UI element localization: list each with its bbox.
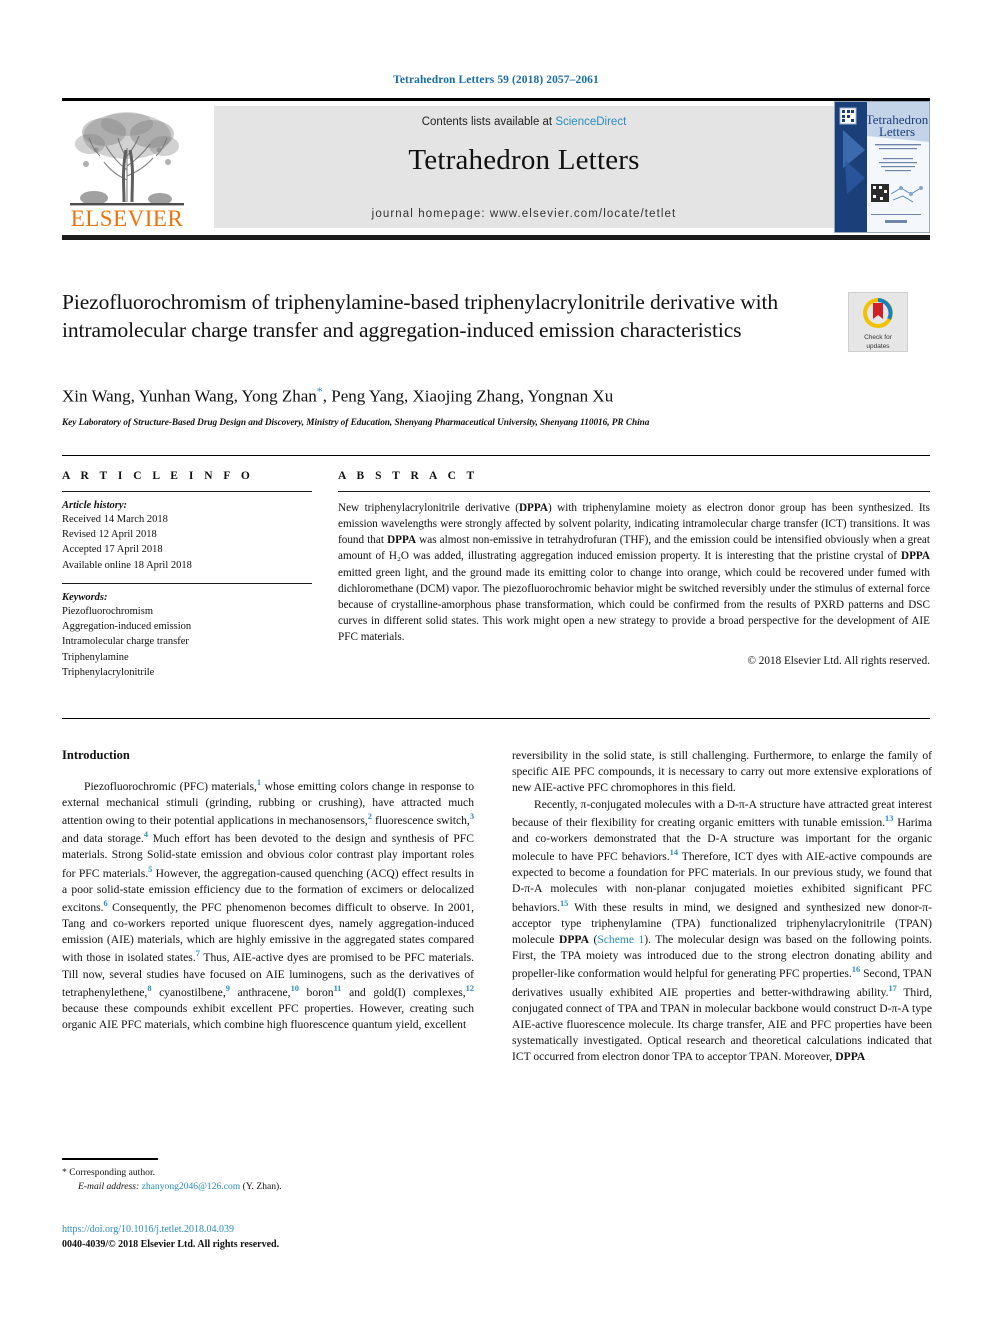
keywords-label: Keywords:: [62, 591, 108, 603]
paragraph-intro-1: Piezofluorochromic (PFC) materials,1 who…: [62, 777, 474, 1033]
text-seg: fluorescence switch,: [371, 814, 470, 828]
body-column-left: Introduction Piezofluorochromic (PFC) ma…: [62, 748, 474, 1033]
compound-name: DPPA: [518, 502, 548, 514]
email-owner: (Y. Zhan).: [242, 1180, 282, 1192]
corresponding-author-note: * Corresponding author.: [62, 1166, 482, 1180]
affiliation: Key Laboratory of Structure-Based Drug D…: [62, 418, 650, 428]
citation-ref[interactable]: 10: [291, 984, 299, 993]
journal-homepage-link[interactable]: journal homepage: www.elsevier.com/locat…: [214, 208, 834, 220]
abstract-seg: was almost non-emissive in tetrahydrofur…: [338, 534, 930, 563]
abstract-rule: [338, 491, 930, 492]
keyword-item: Triphenylamine: [62, 651, 129, 663]
doi-link[interactable]: https://doi.org/10.1016/j.tetlet.2018.04…: [62, 1222, 492, 1237]
keyword-item: Triphenylacrylonitrile: [62, 666, 155, 678]
crossmark-icon: [863, 298, 893, 328]
article-info-column: A R T I C L E I N F O Article history: R…: [62, 470, 312, 680]
contents-available-line: Contents lists available at ScienceDirec…: [214, 116, 834, 128]
text-seg: cyanostilbene,: [151, 985, 226, 999]
text-seg: Recently, π-conjugated molecules with a …: [512, 797, 932, 829]
scheme-link[interactable]: Scheme 1: [597, 933, 644, 946]
body-column-right: reversibility in the solid state, is sti…: [512, 748, 932, 1065]
elsevier-tree-icon: [70, 112, 184, 206]
svg-text:Letters: Letters: [879, 124, 915, 139]
history-received: Received 14 March 2018: [62, 514, 168, 525]
paper-page: Tetrahedron Letters 59 (2018) 2057–2061: [0, 0, 992, 1323]
text-seg: and gold(I) complexes,: [341, 985, 466, 999]
abstract-column: A B S T R A C T New triphenylacrylonitri…: [338, 470, 930, 667]
compound-name: DPPA: [558, 932, 590, 946]
section-heading-introduction: Introduction: [62, 748, 130, 762]
issn-copyright: 0040-4039/© 2018 Elsevier Ltd. All right…: [62, 1239, 280, 1250]
footnote-rule: [62, 1158, 158, 1160]
paragraph-intro-2: Recently, π-conjugated molecules with a …: [512, 797, 932, 1066]
article-history-label: Article history:: [62, 500, 128, 511]
journal-title: Tetrahedron Letters: [408, 144, 640, 176]
text-seg: and data storage.: [62, 832, 144, 846]
keywords-rule: [62, 582, 312, 584]
text-seg: anthracene,: [229, 985, 291, 999]
text-seg: because these compounds exhibit excellen…: [62, 1001, 474, 1032]
text-seg: Piezofluorochromic (PFC) materials,: [84, 779, 257, 793]
abstract-seg: emitted green light, and the ground made…: [338, 566, 930, 644]
journal-masthead: ELSEVIER Contents lists available at Sci…: [62, 98, 930, 240]
keyword-item: Piezofluorochromism: [62, 605, 153, 617]
article-info-rule: [62, 491, 312, 492]
authors-secondary: , Peng Yang, Xiaojing Zhang, Yongnan Xu: [322, 386, 614, 406]
email-note: E-mail address: zhanyong2046@126.com (Y.…: [62, 1180, 482, 1194]
masthead-bottom-rule: [62, 235, 930, 240]
running-head: Tetrahedron Letters 59 (2018) 2057–2061: [393, 74, 599, 86]
history-revised: Revised 12 April 2018: [62, 529, 157, 541]
abstract-seg: New triphenylacrylonitrile derivative (: [338, 502, 519, 514]
citation-ref[interactable]: 14: [670, 848, 678, 857]
title-block: Piezofluorochromism of triphenylamine-ba…: [62, 288, 832, 345]
keyword-item: Aggregation-induced emission: [62, 621, 192, 633]
citation-ref[interactable]: 17: [888, 984, 896, 993]
elsevier-logo: ELSEVIER: [64, 106, 190, 234]
crossmark-label-line2: updates: [866, 343, 890, 351]
email-link[interactable]: zhanyong2046@126.com: [142, 1181, 241, 1192]
corresponding-author-text: Corresponding author.: [69, 1166, 156, 1178]
footnote-star: *: [62, 1166, 67, 1178]
contents-prefix: Contents lists available at: [421, 116, 556, 128]
compound-name: DPPA: [835, 1050, 866, 1064]
citation-ref[interactable]: 16: [852, 965, 860, 974]
article-info-heading: A R T I C L E I N F O: [62, 470, 254, 482]
citation-ref[interactable]: 3: [470, 812, 474, 821]
compound-name: DPPA: [387, 534, 417, 547]
crossmark-label-line1: Check for: [864, 334, 892, 341]
abstract-copyright: © 2018 Elsevier Ltd. All rights reserved…: [747, 655, 931, 668]
keyword-item: Intramolecular charge transfer: [62, 636, 189, 648]
history-accepted: Accepted 17 April 2018: [62, 544, 163, 556]
abstract-text: New triphenylacrylonitrile derivative (D…: [338, 500, 930, 645]
footnote-block: * Corresponding author. E-mail address: …: [62, 1158, 482, 1194]
author-list: Xin Wang, Yunhan Wang, Yong Zhan*, Peng …: [62, 384, 892, 407]
page-title: Piezofluorochromism of triphenylamine-ba…: [62, 290, 779, 343]
authors-primary: Xin Wang, Yunhan Wang, Yong Zhan: [62, 386, 317, 406]
sciencedirect-link[interactable]: ScienceDirect: [555, 116, 626, 128]
abstract-heading: A B S T R A C T: [338, 470, 479, 482]
email-label: E-mail address:: [78, 1180, 140, 1192]
citation-ref[interactable]: 12: [466, 984, 474, 993]
doi-block: https://doi.org/10.1016/j.tetlet.2018.04…: [62, 1222, 492, 1252]
paragraph-intro-1-cont: reversibility in the solid state, is sti…: [512, 749, 932, 795]
citation-ref[interactable]: 11: [334, 984, 342, 993]
text-seg: boron: [298, 985, 334, 999]
journal-cover-thumbnail: Tetrahedron Letters: [834, 101, 930, 233]
compound-name: DPPA: [901, 550, 930, 563]
crossmark-badge[interactable]: Check for updates: [848, 292, 908, 352]
journal-band: Contents lists available at ScienceDirec…: [214, 106, 834, 228]
info-band-bottom-rule: [62, 718, 930, 719]
history-available-online: Available online 18 April 2018: [62, 559, 192, 571]
elsevier-wordmark: ELSEVIER: [70, 206, 184, 231]
cover-art: Tetrahedron Letters: [835, 102, 929, 232]
masthead-top-rule: [62, 98, 930, 101]
info-band-top-rule: [62, 455, 930, 456]
